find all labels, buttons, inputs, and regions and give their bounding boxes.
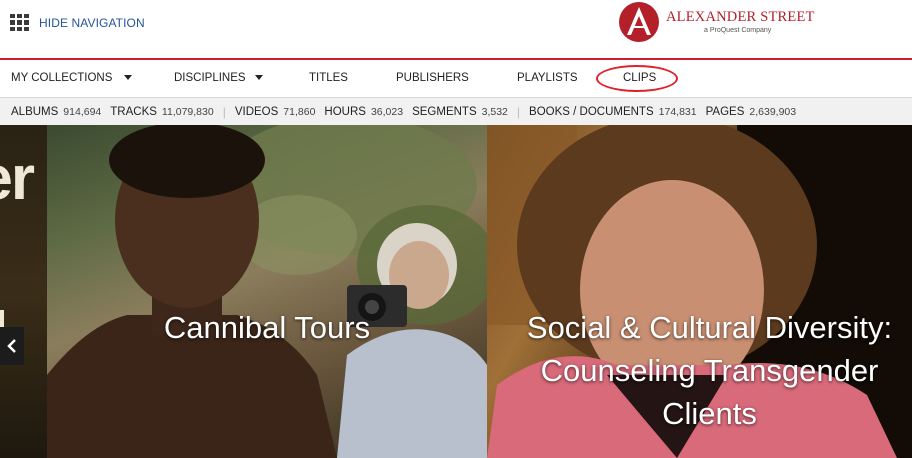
hide-navigation-button[interactable]: HIDE NAVIGATION [10,14,145,31]
stat-label: BOOKS / DOCUMENTS [529,105,654,118]
stat-tracks: TRACKS 11,079,830 [110,106,213,118]
carousel-slide-counseling-transgender-clients[interactable]: Social & Cultural Diversity: Counseling … [487,125,912,458]
stat-value: 914,694 [63,105,102,118]
stat-videos: VIDEOS 71,860 [235,106,316,118]
nav-disciplines[interactable]: DISCIPLINES [174,72,263,84]
stat-value: 71,860 [283,105,316,118]
clips-highlight-annotation [596,65,678,92]
nav-publishers[interactable]: PUBLISHERS [396,72,469,84]
stat-separator: | [222,104,226,119]
nav-disciplines-label: DISCIPLINES [174,72,246,84]
carousel-slide-cannibal-tours[interactable]: Cannibal Tours [47,125,487,458]
hide-navigation-label: HIDE NAVIGATION [39,15,145,30]
stat-value: 11,079,830 [161,105,214,118]
stat-label: ALBUMS [11,105,59,118]
caret-down-icon [124,74,133,80]
nav-titles-label: TITLES [309,72,348,84]
stat-label: SEGMENTS [412,105,477,118]
nav-titles[interactable]: TITLES [309,72,348,84]
slide-title: Cannibal Tours [163,310,371,345]
chevron-left-icon [7,339,16,353]
nav-playlists-label: PLAYLISTS [517,72,578,84]
stat-books-documents: BOOKS / DOCUMENTS 174,831 [529,106,697,118]
stat-label: TRACKS [110,105,157,118]
stat-label: PAGES [705,105,745,118]
stat-segments: SEGMENTS 3,532 [412,106,508,118]
alexander-street-logo[interactable]: ALEXANDER STREET a ProQuest Company [618,1,815,43]
stat-value: 36,023 [370,105,404,118]
logo-mark-icon [619,2,659,42]
nav-my-collections-label: MY COLLECTIONS [11,72,113,84]
caret-down-icon [254,74,263,80]
logo-name: ALEXANDER STREET [666,8,815,25]
featured-carousel: er Cannibal Tours [0,125,912,458]
stat-label: VIDEOS [234,105,279,118]
slide-thumbnail-image [47,125,487,458]
carousel-prev-button[interactable] [0,327,24,365]
nav-playlists[interactable]: PLAYLISTS [517,72,578,84]
stat-value: 2,639,903 [749,105,797,118]
stat-value: 174,831 [658,105,697,118]
top-header: HIDE NAVIGATION ALEXANDER STREET a ProQu… [0,0,912,58]
stat-albums: ALBUMS 914,694 [11,106,101,118]
main-navigation: MY COLLECTIONS DISCIPLINES TITLES PUBLIS… [0,60,912,98]
logo-tagline: a ProQuest Company [704,26,772,34]
slide-title-line: Counseling Transgender [540,353,879,388]
grid-menu-icon [10,14,30,31]
slide-title-line: Social & Cultural Diversity: [526,310,893,345]
stat-separator: | [516,104,521,119]
stat-label: HOURS [324,105,366,118]
nav-publishers-label: PUBLISHERS [396,72,469,84]
slide-title: Social & Cultural Diversity: Counseling … [507,306,912,435]
carousel-slide-previous[interactable]: er [0,125,47,458]
stat-pages: PAGES 2,639,903 [706,106,797,118]
stat-value: 3,532 [481,105,508,118]
collection-stats-bar: ALBUMS 914,694 TRACKS 11,079,830 | VIDEO… [0,98,912,125]
stat-hours: HOURS 36,023 [324,106,403,118]
nav-my-collections[interactable]: MY COLLECTIONS [11,72,133,84]
slide-title-peek: er [0,144,35,213]
slide-title-line: Clients [662,396,757,431]
